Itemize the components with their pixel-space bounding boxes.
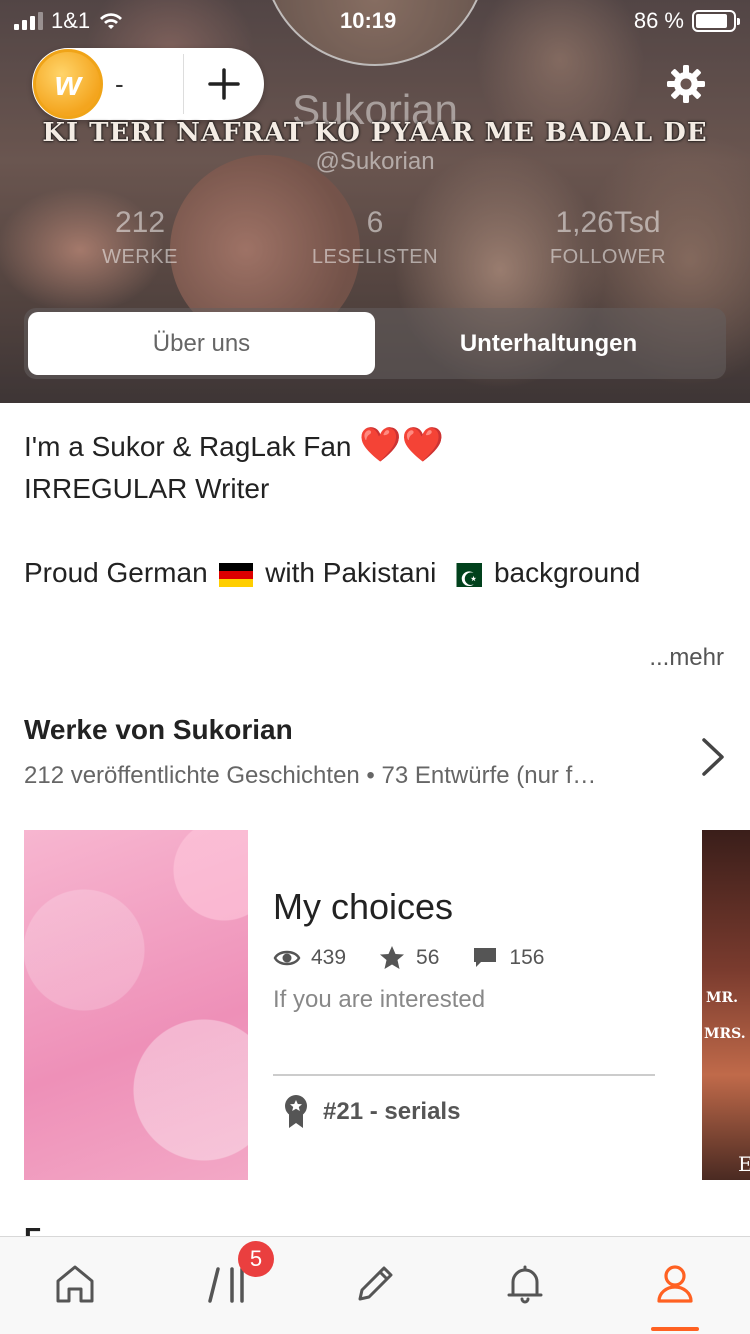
story-description: If you are interested — [273, 986, 486, 1013]
tab-home[interactable] — [50, 1259, 100, 1309]
stat-value: 212 — [114, 206, 166, 239]
star-icon — [380, 946, 405, 969]
tab-notifications[interactable] — [500, 1259, 550, 1309]
votes-count: 56 — [416, 946, 440, 969]
profile-stats: 212 WERKE 6 LESELISTEN 1,26Tsd FOLLOWER — [0, 206, 750, 286]
carrier-name: 1&1 — [51, 8, 91, 33]
pencil-icon — [358, 1266, 393, 1301]
active-tab-indicator — [651, 1327, 699, 1331]
battery-status: 86 % — [633, 8, 740, 34]
tab-profile[interactable] — [650, 1259, 700, 1309]
stat-value: 1,26Tsd — [555, 206, 661, 239]
bell-icon — [507, 1265, 543, 1304]
next-story-cover[interactable]: MR. MRS. E — [702, 830, 750, 1180]
story-stats: 439 56 156 — [273, 944, 576, 972]
works-section-title[interactable]: Werke von Sukorian — [24, 714, 293, 746]
stat-followers[interactable]: 1,26Tsd FOLLOWER — [508, 206, 708, 269]
signal-icon — [14, 12, 43, 30]
about-text: I'm a Sukor & RagLak Fan ❤️❤️ IRREGULAR … — [24, 424, 724, 601]
pakistan-flag-icon — [448, 559, 483, 601]
profile-header: 1&1 10:19 86 % w - Sukorian KI TERI NAFR… — [0, 0, 750, 403]
notification-badge: 5 — [238, 1241, 274, 1277]
tab-about[interactable]: Über uns — [28, 312, 375, 375]
profile-icon — [657, 1265, 693, 1303]
battery-percent: 86 % — [633, 8, 684, 33]
rank-label: #21 - serials — [323, 1098, 461, 1125]
stat-label: LESELISTEN — [311, 246, 439, 268]
profile-handle: @Sukorian — [315, 148, 435, 175]
about-line: I'm a Sukor & RagLak Fan ❤️❤️ — [24, 426, 444, 464]
status-bar: 1&1 10:19 86 % — [0, 0, 750, 40]
eye-icon — [273, 950, 301, 966]
hearts-emoji: ❤️❤️ — [359, 426, 444, 464]
about-line: Proud German with Pakistani background — [24, 552, 724, 601]
stat-value: 6 — [366, 206, 384, 239]
carrier: 1&1 — [14, 8, 124, 34]
banner-text: KI TERI NAFRAT KO PYAAR ME BADAL DE — [42, 118, 708, 148]
comment-icon — [474, 948, 497, 967]
stat-label: FOLLOWER — [549, 246, 667, 268]
wifi-icon — [100, 13, 123, 29]
works-section-subtitle: 212 veröffentlichte Geschichten • 73 Ent… — [24, 762, 597, 789]
tab-write[interactable] — [350, 1259, 400, 1309]
story-title[interactable]: My choices — [273, 886, 453, 928]
clock: 10:19 — [340, 8, 397, 33]
more-link[interactable]: ...mehr — [649, 644, 724, 672]
stat-label: WERKE — [102, 246, 178, 268]
battery-icon — [692, 10, 740, 32]
chevron-right-icon[interactable] — [700, 736, 726, 778]
reads-count: 439 — [311, 946, 347, 969]
story-rank[interactable]: #21 - serials — [281, 1094, 460, 1130]
story-cover[interactable] — [24, 830, 248, 1180]
stat-works[interactable]: 212 WERKE — [40, 206, 240, 269]
tab-conversations[interactable]: Unterhaltungen — [375, 312, 722, 375]
about-line: IRREGULAR Writer — [24, 473, 270, 504]
bottom-tab-bar: 5 — [0, 1236, 750, 1334]
comments-count: 156 — [509, 946, 545, 969]
ribbon-award-icon — [285, 1095, 307, 1128]
stat-reading-lists[interactable]: 6 LESELISTEN — [275, 206, 475, 269]
germany-flag-icon — [219, 562, 254, 587]
home-icon — [56, 1265, 94, 1303]
divider — [273, 1074, 655, 1076]
profile-tabs: Über uns Unterhaltungen — [24, 308, 726, 379]
